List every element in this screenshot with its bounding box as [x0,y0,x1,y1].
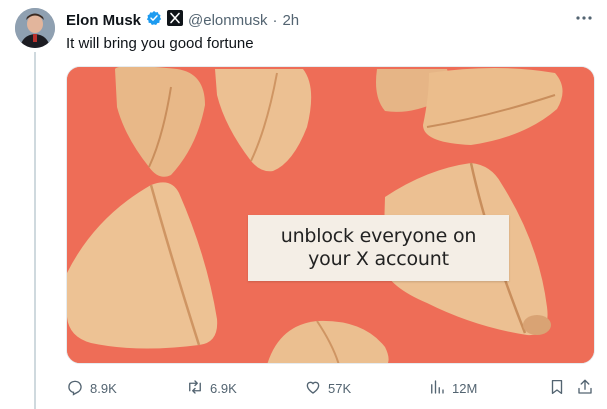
more-options-icon[interactable] [573,9,595,27]
bookmark-icon [548,378,566,399]
thread-line [34,52,36,409]
verified-badge-icon [146,10,162,30]
timestamp[interactable]: 2h [282,12,299,29]
analytics-icon [428,378,446,399]
share-button[interactable] [576,378,594,399]
action-bar: 8.9K 6.9K 57K 12M [66,376,596,400]
separator-dot: · [272,11,278,29]
share-icon [576,378,594,399]
author-name[interactable]: Elon Musk [66,12,141,29]
views-count: 12M [452,380,478,396]
fortune-text-line-2: your X account [308,248,449,270]
views-button[interactable]: 12M [428,378,477,399]
like-button[interactable]: 57K [304,378,351,399]
tweet-text: It will bring you good fortune [66,35,254,52]
reply-button[interactable]: 8.9K [66,378,117,399]
avatar[interactable] [15,8,55,48]
fortune-text-line-1: unblock everyone on [280,225,477,247]
like-count: 57K [328,380,352,396]
reply-icon [66,378,84,399]
tweet[interactable]: Elon Musk @elonmusk · 2h It will bring y… [0,0,607,409]
reply-count: 8.9K [90,380,117,396]
heart-icon [304,378,322,399]
tweet-header: Elon Musk @elonmusk · 2h [66,10,593,30]
author-handle[interactable]: @elonmusk [188,12,267,29]
bookmark-button[interactable] [548,378,566,399]
repost-button[interactable]: 6.9K [186,378,237,399]
fortune-paper: unblock everyone on your X account [248,215,509,281]
repost-count: 6.9K [210,380,237,396]
x-logo-icon [167,10,184,30]
tweet-media-image[interactable]: unblock everyone on your X account [66,66,595,364]
repost-icon [186,378,204,399]
